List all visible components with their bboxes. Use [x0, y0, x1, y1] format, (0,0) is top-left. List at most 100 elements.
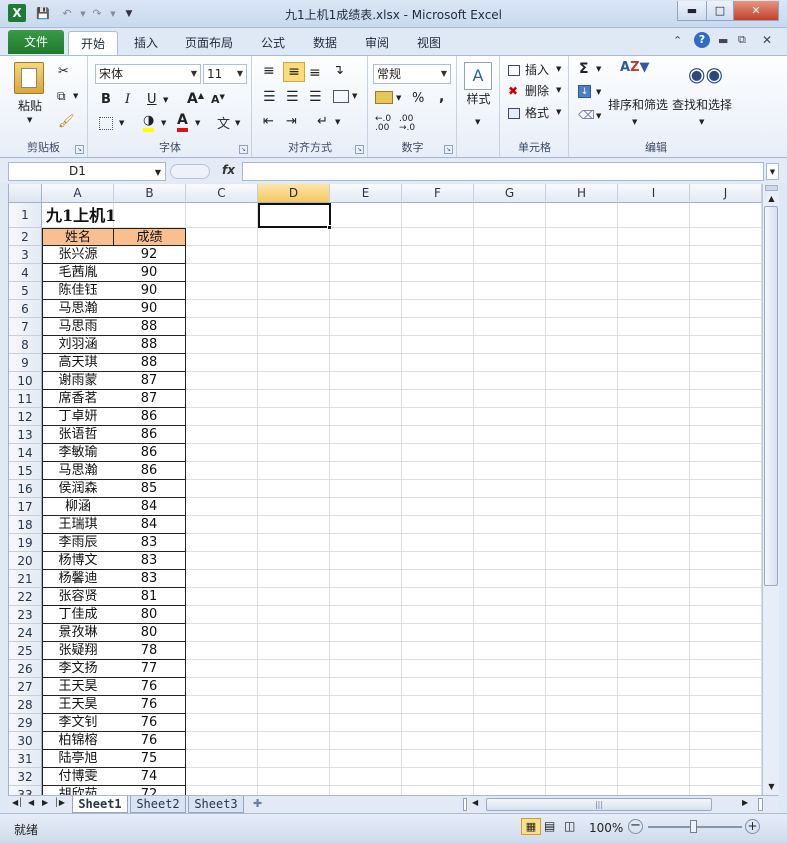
underline-dropdown-icon[interactable]: ▼: [163, 96, 168, 104]
find-select-button[interactable]: 查找和选择: [672, 96, 732, 114]
fill-dropdown-icon[interactable]: ▼: [596, 88, 601, 96]
align-right-icon[interactable]: ☰: [309, 89, 322, 105]
format-dropdown-icon[interactable]: ▼: [556, 108, 561, 116]
score-cell[interactable]: 72: [113, 786, 186, 795]
row-header[interactable]: 22: [9, 588, 42, 606]
column-header-a[interactable]: A: [42, 184, 114, 203]
format-cells-button[interactable]: 格式: [525, 104, 549, 122]
copy-icon[interactable]: ⧉: [57, 89, 66, 104]
column-header-g[interactable]: G: [474, 184, 546, 203]
column-header-e[interactable]: E: [330, 184, 402, 203]
score-cell[interactable]: 92: [113, 246, 186, 264]
fill-icon[interactable]: ↓: [578, 85, 591, 98]
name-cell[interactable]: 王天昊: [42, 696, 114, 714]
underline-button[interactable]: U: [147, 92, 157, 107]
tab-review[interactable]: 审阅: [357, 31, 397, 56]
tab-home[interactable]: 开始: [68, 31, 118, 56]
help-icon[interactable]: ?: [694, 32, 710, 48]
score-cell[interactable]: 90: [113, 264, 186, 282]
shrink-font-icon[interactable]: A▼: [211, 93, 225, 106]
header-score-cell[interactable]: 成绩: [113, 228, 186, 246]
number-launcher-icon[interactable]: ↘: [444, 145, 453, 154]
font-size-select[interactable]: 11 ▼: [203, 64, 247, 84]
zoom-slider-thumb[interactable]: [690, 820, 697, 833]
row-header[interactable]: 7: [9, 318, 42, 336]
row-header[interactable]: 28: [9, 696, 42, 714]
paste-dropdown-icon[interactable]: ▼: [27, 116, 32, 124]
row-header[interactable]: 5: [9, 282, 42, 300]
column-header-i[interactable]: I: [618, 184, 690, 203]
score-cell[interactable]: 84: [113, 516, 186, 534]
zoom-level[interactable]: 100%: [589, 821, 623, 835]
row-header[interactable]: 23: [9, 606, 42, 624]
align-middle-icon[interactable]: ≡: [283, 62, 305, 82]
decrease-indent-icon[interactable]: ⇤: [263, 114, 274, 129]
name-cell[interactable]: 张语哲: [42, 426, 114, 444]
workbook-close-icon[interactable]: ✕: [762, 33, 772, 47]
score-cell[interactable]: 85: [113, 480, 186, 498]
column-header-b[interactable]: B: [114, 184, 186, 203]
styles-group-label[interactable]: 样式: [458, 90, 499, 107]
score-cell[interactable]: 81: [113, 588, 186, 606]
name-cell[interactable]: 丁佳成: [42, 606, 114, 624]
fill-color-icon[interactable]: ◑: [143, 113, 155, 132]
tab-data[interactable]: 数据: [305, 31, 345, 56]
row-header[interactable]: 20: [9, 552, 42, 570]
border-icon[interactable]: [99, 117, 113, 130]
workbook-minimize-icon[interactable]: ▬: [718, 34, 728, 47]
scroll-up-icon[interactable]: ▲: [764, 194, 779, 203]
name-cell[interactable]: 陈佳钰: [42, 282, 114, 300]
row-header[interactable]: 3: [9, 246, 42, 264]
score-cell[interactable]: 87: [113, 390, 186, 408]
copy-dropdown-icon[interactable]: ▼: [73, 92, 78, 100]
score-cell[interactable]: 88: [113, 354, 186, 372]
row-header[interactable]: 31: [9, 750, 42, 768]
score-cell[interactable]: 90: [113, 300, 186, 318]
row-header[interactable]: 13: [9, 426, 42, 444]
score-cell[interactable]: 83: [113, 534, 186, 552]
styles-dropdown-icon[interactable]: ▼: [475, 118, 480, 126]
column-header-d[interactable]: D: [258, 184, 330, 203]
name-cell[interactable]: 李敏瑜: [42, 444, 114, 462]
row-header[interactable]: 6: [9, 300, 42, 318]
sheet-tab-2[interactable]: Sheet2: [130, 796, 186, 813]
split-box[interactable]: [765, 185, 778, 191]
normal-view-icon[interactable]: ▦: [521, 818, 541, 835]
score-cell[interactable]: 77: [113, 660, 186, 678]
active-cell-d1[interactable]: [258, 203, 331, 228]
cut-icon[interactable]: ✂: [58, 64, 69, 79]
insert-cells-icon[interactable]: [508, 65, 520, 76]
name-cell[interactable]: 毛茜胤: [42, 264, 114, 282]
name-cell[interactable]: 胡欣茹: [42, 786, 114, 795]
name-cell[interactable]: 张兴源: [42, 246, 114, 264]
new-sheet-icon[interactable]: ✚: [253, 797, 262, 810]
row-header[interactable]: 14: [9, 444, 42, 462]
paste-icon[interactable]: [14, 62, 44, 94]
chevron-down-icon[interactable]: ▼: [155, 164, 161, 181]
scroll-down-icon[interactable]: ▼: [764, 782, 779, 791]
zoom-out-icon[interactable]: −: [628, 819, 643, 834]
expand-formula-icon[interactable]: ▼: [766, 163, 779, 180]
row-header[interactable]: 10: [9, 372, 42, 390]
merge-center-icon[interactable]: [333, 90, 349, 103]
name-box[interactable]: D1 ▼: [8, 162, 166, 181]
score-cell[interactable]: 75: [113, 750, 186, 768]
zoom-in-icon[interactable]: +: [745, 819, 760, 834]
column-header-c[interactable]: C: [186, 184, 258, 203]
score-cell[interactable]: 78: [113, 642, 186, 660]
format-cells-icon[interactable]: [508, 108, 520, 119]
binoculars-icon[interactable]: ◉◉: [688, 62, 723, 86]
score-cell[interactable]: 80: [113, 624, 186, 642]
vertical-scroll-thumb[interactable]: [764, 206, 778, 586]
delete-cells-button[interactable]: 删除: [525, 82, 549, 100]
styles-icon[interactable]: A: [464, 62, 492, 90]
worksheet-grid[interactable]: ABCDEFGHIJ 1 2 3 4 5 6 7 8 9 10 11 12 13 14 15 16 17 18 19…: [8, 184, 762, 795]
header-name-cell[interactable]: 姓名: [42, 228, 114, 246]
row-header[interactable]: 17: [9, 498, 42, 516]
next-sheet-icon[interactable]: ▶: [42, 798, 48, 807]
name-cell[interactable]: 杨博文: [42, 552, 114, 570]
tab-file[interactable]: 文件: [8, 30, 64, 54]
score-cell[interactable]: 76: [113, 696, 186, 714]
merge-dropdown-icon[interactable]: ▼: [352, 92, 357, 100]
sort-filter-button[interactable]: 排序和筛选: [608, 96, 668, 114]
